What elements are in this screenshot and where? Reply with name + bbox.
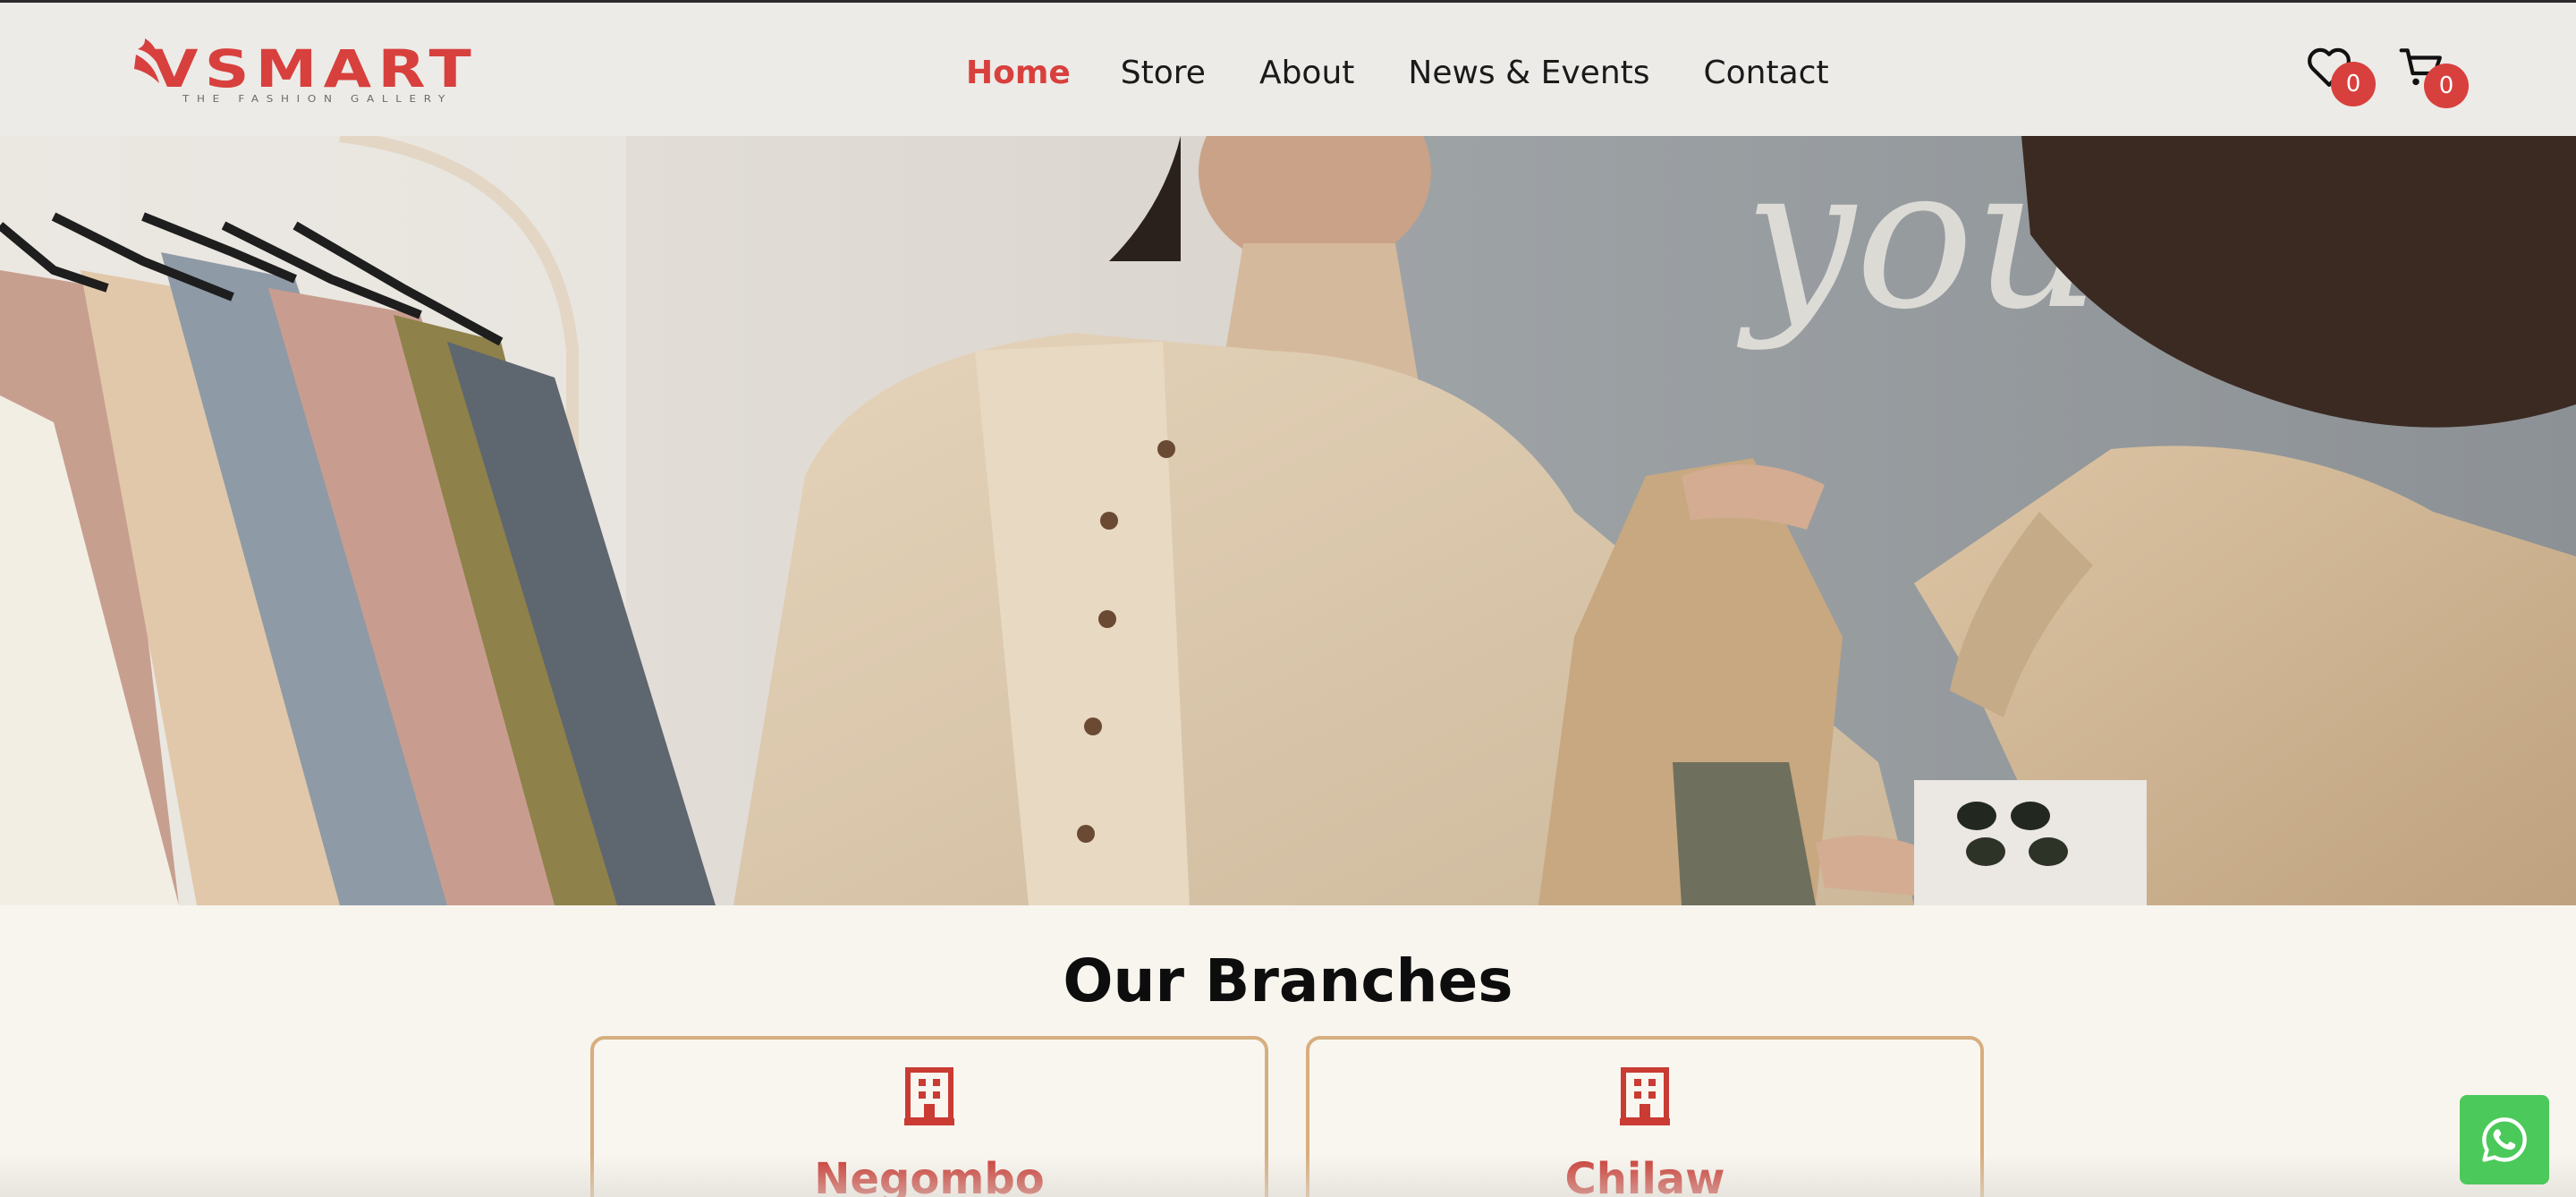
top-navbar: VSMART THE FASHION GALLERY Home Store Ab… (0, 0, 2576, 136)
nav-news-events[interactable]: News & Events (1408, 55, 1649, 91)
nav-contact[interactable]: Contact (1704, 55, 1829, 91)
cart-button[interactable]: 0 (2397, 42, 2469, 108)
brand-logo[interactable]: VSMART THE FASHION GALLERY (132, 33, 487, 105)
bottom-shadow (0, 1154, 2576, 1197)
svg-text:VSMART: VSMART (150, 38, 478, 99)
nav-home[interactable]: Home (966, 55, 1071, 91)
svg-text:THE FASHION GALLERY: THE FASHION GALLERY (182, 93, 453, 105)
wishlist-button[interactable]: 0 (2304, 42, 2376, 106)
wishlist-count-badge: 0 (2331, 62, 2376, 106)
building-icon (1620, 1066, 1670, 1125)
branch-name: Chilaw (1564, 1154, 1725, 1197)
branch-name: Negombo (814, 1154, 1045, 1197)
hero-banner: you (0, 136, 2576, 905)
main-nav: Home Store About News & Events Contact (966, 46, 1829, 99)
hero-image: you (0, 136, 2576, 905)
branch-card-negombo[interactable]: Negombo (590, 1036, 1268, 1197)
nav-about[interactable]: About (1259, 55, 1354, 91)
whatsapp-icon (2482, 1117, 2527, 1162)
cart-count-badge: 0 (2424, 64, 2469, 108)
branches-section-title: Our Branches (1063, 947, 1513, 1015)
branch-card-chilaw[interactable]: Chilaw (1306, 1036, 1984, 1197)
whatsapp-chat-button[interactable] (2460, 1095, 2549, 1184)
nav-store[interactable]: Store (1121, 55, 1206, 91)
building-icon (904, 1066, 954, 1125)
vsmart-logo-graphic: VSMART THE FASHION GALLERY (134, 38, 478, 105)
